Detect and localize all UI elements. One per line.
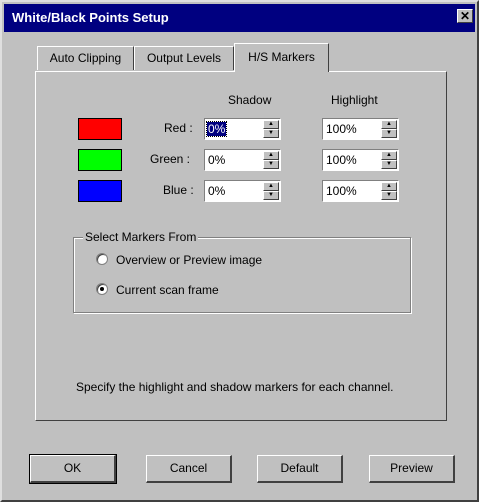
select-markers-group-title: Select Markers From xyxy=(83,230,199,244)
radio-overview-preview-label[interactable]: Overview or Preview image xyxy=(116,253,262,267)
blue-shadow-stepper[interactable]: 0% ▲ ▼ xyxy=(204,180,281,202)
title-bar[interactable]: White/Black Points Setup ✕ xyxy=(4,4,475,32)
close-icon[interactable]: ✕ xyxy=(457,9,473,23)
tab-output-levels[interactable]: Output Levels xyxy=(134,46,234,70)
red-highlight-value[interactable]: 100% xyxy=(326,122,357,136)
select-markers-group xyxy=(73,237,411,313)
tab-auto-clipping[interactable]: Auto Clipping xyxy=(37,46,134,70)
red-shadow-value[interactable]: 0% xyxy=(205,121,228,137)
red-color-swatch xyxy=(78,118,122,140)
radio-selected-dot xyxy=(100,287,104,291)
green-highlight-stepper[interactable]: 100% ▲ ▼ xyxy=(322,149,399,171)
blue-shadow-value[interactable]: 0% xyxy=(208,184,225,198)
red-shadow-stepper[interactable]: 0% ▲ ▼ xyxy=(204,118,281,140)
green-color-swatch xyxy=(78,149,122,171)
radio-overview-preview[interactable] xyxy=(96,253,108,265)
blue-label: Blue : xyxy=(163,183,194,197)
green-shadow-value[interactable]: 0% xyxy=(208,153,225,167)
green-label: Green : xyxy=(150,152,191,166)
spin-up-icon[interactable]: ▲ xyxy=(381,120,397,129)
spin-down-icon[interactable]: ▼ xyxy=(381,129,397,138)
highlight-column-header: Highlight xyxy=(331,93,378,107)
radio-current-scan-frame[interactable] xyxy=(96,283,108,295)
red-label: Red : xyxy=(164,121,193,135)
blue-highlight-stepper[interactable]: 100% ▲ ▼ xyxy=(322,180,399,202)
blue-highlight-value[interactable]: 100% xyxy=(326,184,357,198)
radio-current-scan-frame-label[interactable]: Current scan frame xyxy=(116,283,219,297)
cancel-button[interactable]: Cancel xyxy=(146,455,232,483)
preview-button[interactable]: Preview xyxy=(369,455,455,483)
spin-up-icon[interactable]: ▲ xyxy=(381,182,397,191)
spin-up-icon[interactable]: ▲ xyxy=(263,151,279,160)
spin-up-icon[interactable]: ▲ xyxy=(381,151,397,160)
tab-hs-markers[interactable]: H/S Markers xyxy=(234,43,329,72)
default-button[interactable]: Default xyxy=(257,455,343,483)
help-description: Specify the highlight and shadow markers… xyxy=(76,380,394,394)
spin-down-icon[interactable]: ▼ xyxy=(263,160,279,169)
spin-down-icon[interactable]: ▼ xyxy=(381,160,397,169)
spin-up-icon[interactable]: ▲ xyxy=(263,182,279,191)
red-highlight-stepper[interactable]: 100% ▲ ▼ xyxy=(322,118,399,140)
window-title: White/Black Points Setup xyxy=(12,10,169,25)
shadow-column-header: Shadow xyxy=(228,93,272,107)
spin-up-icon[interactable]: ▲ xyxy=(263,120,279,129)
blue-color-swatch xyxy=(78,180,122,202)
green-shadow-stepper[interactable]: 0% ▲ ▼ xyxy=(204,149,281,171)
spin-down-icon[interactable]: ▼ xyxy=(263,191,279,200)
ok-button[interactable]: OK xyxy=(29,454,117,484)
green-highlight-value[interactable]: 100% xyxy=(326,153,357,167)
spin-down-icon[interactable]: ▼ xyxy=(381,191,397,200)
spin-down-icon[interactable]: ▼ xyxy=(263,129,279,138)
